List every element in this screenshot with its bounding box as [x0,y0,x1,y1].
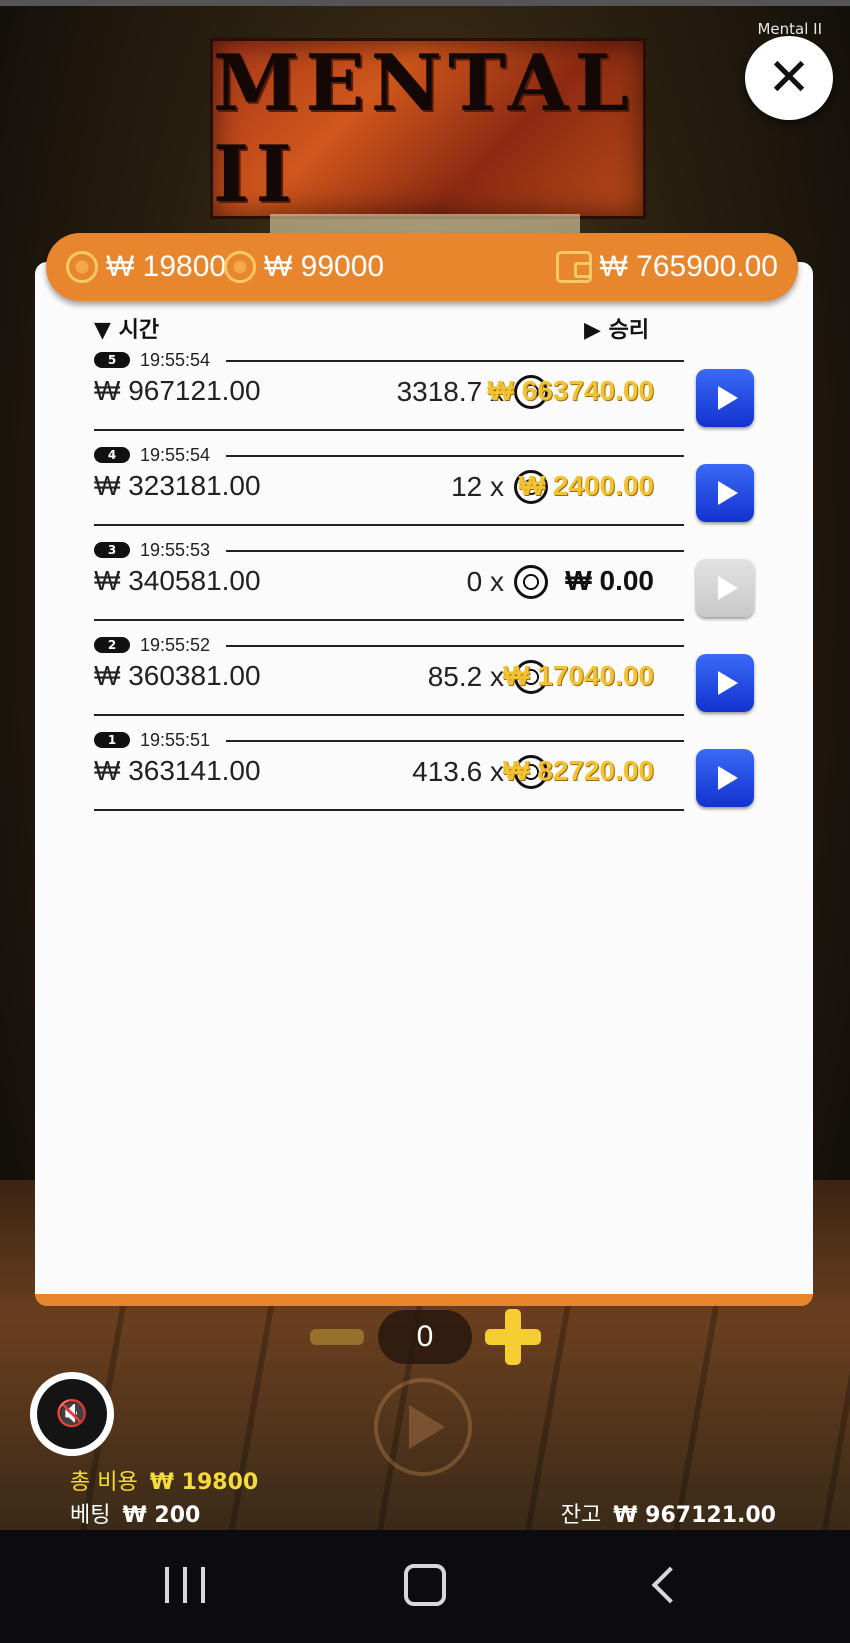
round-time: 19:55:54 [140,444,211,465]
history-row: 1 19:55:51 ₩ 363141.00 413.6 x ₩ 82720.00 [94,729,758,824]
round-time: 19:55:53 [140,539,211,560]
row-multiplier: 0 x [467,565,548,599]
stepper-value: 0 [378,1310,472,1364]
row-meta: 5 19:55:54 [94,349,210,371]
system-nav-bar [0,1530,850,1643]
round-badge: 3 [94,542,130,558]
home-icon [404,1564,446,1606]
wallet-icon [555,251,592,283]
divider [94,619,684,621]
row-win: ₩ 2400.00 [518,470,654,501]
coin-icon [514,565,548,599]
sort-time-header[interactable]: ▼ 시간 [94,312,159,344]
row-balance: ₩ 323181.00 [94,470,261,501]
history-row: 2 19:55:52 ₩ 360381.00 85.2 x ₩ 17040.00 [94,634,758,729]
history-row: 5 19:55:54 ₩ 967121.00 3318.7 x ₩ 663740.00 [94,349,758,444]
play-icon [717,576,738,600]
status-strip [0,0,850,6]
coin-icon [66,251,98,283]
game-logo: MENTAL II [210,37,646,220]
speaker-muted-icon: 🔇 [37,1379,107,1449]
replay-button[interactable] [696,369,754,427]
close-icon: ✕ [767,48,811,108]
coin-icon [224,251,256,283]
round-badge: 1 [94,732,130,748]
round-badge: 4 [94,447,130,463]
play-icon [717,386,738,410]
divider [226,360,684,362]
balance: 잔고 ₩ 967121.00 [560,1503,776,1528]
divider [94,714,684,716]
row-win: ₩ 17040.00 [503,660,654,691]
coin-value-1: ₩ 19800 [66,233,226,301]
replay-button[interactable] [696,749,754,807]
play-icon [717,481,738,505]
round-time: 19:55:52 [140,634,211,655]
divider [94,524,684,526]
row-meta: 3 19:55:53 [94,539,210,561]
divider [226,550,684,552]
row-meta: 1 19:55:51 [94,729,210,751]
recents-button[interactable] [145,1550,225,1620]
wallet-value: ₩ 765900.00 [555,233,778,301]
replay-button [696,559,754,617]
divider [94,429,684,431]
spin-button[interactable] [374,1378,472,1476]
mute-button[interactable]: 🔇 [30,1372,114,1456]
row-balance: ₩ 340581.00 [94,565,261,596]
logo-light [270,214,580,234]
total-cost: 총 비용 ₩ 19800 [70,1470,259,1495]
row-balance: ₩ 967121.00 [94,375,261,406]
round-time: 19:55:51 [140,729,211,750]
row-balance: ₩ 360381.00 [94,660,261,691]
replay-button[interactable] [696,464,754,522]
minus-button[interactable] [310,1329,364,1345]
divider [226,645,684,647]
logo-text: MENTAL II [213,37,636,220]
divider [226,740,684,742]
round-time: 19:55:54 [140,349,211,370]
play-icon [717,766,738,790]
replay-button[interactable] [696,654,754,712]
plus-button[interactable] [485,1309,541,1365]
history-row: 3 19:55:53 ₩ 340581.00 0 x ₩ 0.00 [94,539,758,634]
play-icon [717,671,738,695]
back-icon [651,1566,689,1604]
coin-value-2: ₩ 99000 [224,233,384,301]
divider [94,809,684,811]
row-meta: 4 19:55:54 [94,444,210,466]
round-badge: 2 [94,637,130,653]
row-win: ₩ 663740.00 [487,375,654,406]
back-button[interactable] [625,1550,705,1620]
home-button[interactable] [385,1550,465,1620]
divider [226,455,684,457]
row-win: ₩ 0.00 [565,565,654,596]
round-badge: 5 [94,352,130,368]
row-win: ₩ 82720.00 [503,755,654,786]
play-icon [409,1405,445,1449]
row-balance: ₩ 363141.00 [94,755,261,786]
history-row: 4 19:55:54 ₩ 323181.00 12 x ₩ 2400.00 [94,444,758,539]
bet-amount: 베팅 ₩ 200 [70,1503,201,1528]
header-bar: ₩ 19800 ₩ 99000 ₩ 765900.00 [46,233,798,301]
sort-win-header[interactable]: ▶ 승리 [584,312,649,344]
close-button[interactable]: ✕ [745,36,833,120]
row-meta: 2 19:55:52 [94,634,210,656]
